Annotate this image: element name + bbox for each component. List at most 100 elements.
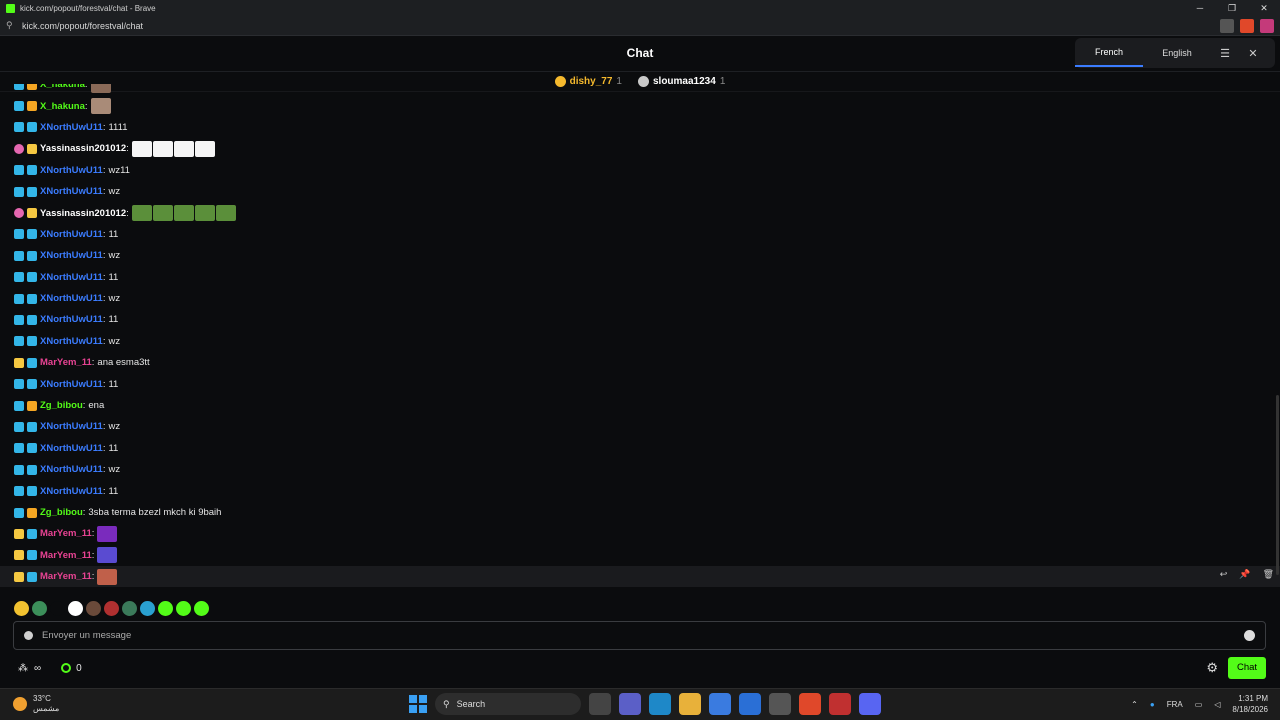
message-username[interactable]: XNorthUwU11	[40, 336, 103, 347]
weather-widget[interactable]: 33°C مشمس	[13, 694, 59, 714]
channel-points[interactable]: 0	[61, 663, 82, 674]
message-username[interactable]: XNorthUwU11	[40, 293, 103, 304]
message-username[interactable]: Yassinassin201012	[40, 208, 126, 219]
message-username[interactable]: XNorthUwU11	[40, 379, 103, 390]
message-username[interactable]: XNorthUwU11	[40, 486, 103, 497]
message-username[interactable]: XNorthUwU11	[40, 464, 103, 475]
chat-message[interactable]: X_hakuna:	[0, 95, 1280, 116]
users-icon[interactable]: ⁂	[18, 663, 28, 674]
message-username[interactable]: MarYem_11	[40, 528, 92, 539]
emote-icon[interactable]	[68, 600, 83, 616]
mic-icon[interactable]: ●	[1150, 700, 1155, 709]
mail-icon[interactable]	[739, 693, 761, 715]
chat-message[interactable]: XNorthUwU11:11	[0, 309, 1280, 330]
emote-icon[interactable]	[14, 600, 29, 616]
input-language[interactable]: FRA	[1167, 700, 1183, 709]
message-username[interactable]: Zg_bibou	[40, 507, 83, 518]
chat-message[interactable]: Yassinassin201012:	[0, 138, 1280, 159]
message-username[interactable]: X_hakuna	[40, 101, 85, 112]
chat-message[interactable]: MarYem_11:	[0, 523, 1280, 544]
message-username[interactable]: MarYem_11	[40, 571, 92, 582]
chat-message[interactable]: XNorthUwU11:11	[0, 224, 1280, 245]
chat-message[interactable]: MarYem_11: ana esma3tt	[0, 352, 1280, 373]
chat-message[interactable]: MarYem_11:	[0, 545, 1280, 566]
delete-icon[interactable]: 🗑	[1263, 569, 1274, 580]
chat-message[interactable]: XNorthUwU11:11	[0, 267, 1280, 288]
chat-message[interactable]: XNorthUwU11: wz	[0, 459, 1280, 480]
app-icon[interactable]	[829, 693, 851, 715]
chat-message[interactable]: XNorthUwU11: wz	[0, 181, 1280, 202]
close-icon[interactable]: ✕	[1239, 47, 1267, 60]
chat-messages[interactable]: X_hakuna: X_hakuna: XNorthUwU11:1111 Yassin…	[0, 84, 1280, 590]
chat-message[interactable]: XNorthUwU11:1111	[0, 117, 1280, 138]
message-username[interactable]: XNorthUwU11	[40, 314, 103, 325]
emote-icon[interactable]	[158, 600, 173, 616]
emote-icon[interactable]	[50, 600, 65, 616]
chat-message[interactable]: XNorthUwU11:11	[0, 480, 1280, 501]
message-username[interactable]: XNorthUwU11	[40, 122, 103, 133]
chat-message[interactable]: Zg_bibou: ena	[0, 395, 1280, 416]
chat-settings-dot-icon[interactable]	[24, 631, 33, 640]
message-username[interactable]: XNorthUwU11	[40, 165, 103, 176]
pin-icon[interactable]: 📌	[1239, 569, 1250, 580]
chat-message[interactable]: XNorthUwU11:11	[0, 438, 1280, 459]
site-info-icon[interactable]: ⚲	[6, 20, 16, 31]
taskbar-search[interactable]: ⚲ Search	[435, 693, 581, 715]
brave-rewards-icon[interactable]	[1260, 19, 1274, 33]
chat-message[interactable]: XNorthUwU11: wz	[0, 245, 1280, 266]
emoji-picker-icon[interactable]	[1244, 630, 1255, 641]
url-text[interactable]: kick.com/popout/forestval/chat	[22, 21, 143, 31]
translate-icon[interactable]	[1220, 19, 1234, 33]
store-icon[interactable]	[709, 693, 731, 715]
clock[interactable]: 1:31 PM 8/18/2026	[1232, 693, 1268, 715]
minimize-button[interactable]: ─	[1184, 0, 1216, 16]
reply-icon[interactable]: ↩	[1220, 569, 1228, 580]
maximize-button[interactable]: ❐	[1216, 0, 1248, 16]
emote-icon[interactable]	[176, 600, 191, 616]
brave-icon[interactable]	[799, 693, 821, 715]
chat-message[interactable]: Yassinassin201012:	[0, 202, 1280, 223]
message-username[interactable]: XNorthUwU11	[40, 229, 103, 240]
message-username[interactable]: Yassinassin201012	[40, 143, 126, 154]
message-username[interactable]: X_hakuna	[40, 84, 85, 90]
volume-icon[interactable]: ◁	[1214, 700, 1220, 709]
menu-icon[interactable]: ☰	[1211, 47, 1239, 60]
message-username[interactable]: Zg_bibou	[40, 400, 83, 411]
chat-message[interactable]: XNorthUwU11:11	[0, 373, 1280, 394]
close-window-button[interactable]: ✕	[1248, 0, 1280, 16]
edge-icon[interactable]	[649, 693, 671, 715]
message-username[interactable]: MarYem_11	[40, 550, 92, 561]
scrollbar[interactable]	[1276, 395, 1279, 575]
file-explorer-icon[interactable]	[679, 693, 701, 715]
network-icon[interactable]: ▭	[1195, 700, 1203, 709]
emote-icon[interactable]	[104, 600, 119, 616]
teams-icon[interactable]	[619, 693, 641, 715]
emote-icon[interactable]	[140, 600, 155, 616]
message-input-box[interactable]	[13, 621, 1266, 650]
lang-tab-english[interactable]: English	[1143, 40, 1211, 66]
chat-message[interactable]: XNorthUwU11: wz	[0, 416, 1280, 437]
message-username[interactable]: XNorthUwU11	[40, 186, 103, 197]
message-username[interactable]: MarYem_11	[40, 357, 92, 368]
chat-message[interactable]: XNorthUwU11: wz11	[0, 160, 1280, 181]
message-username[interactable]: XNorthUwU11	[40, 272, 103, 283]
emote-icon[interactable]	[122, 600, 137, 616]
message-username[interactable]: XNorthUwU11	[40, 421, 103, 432]
message-username[interactable]: XNorthUwU11	[40, 250, 103, 261]
chat-message[interactable]: Zg_bibou:3sba terma bzezl mkch ki 9baih	[0, 502, 1280, 523]
task-view-icon[interactable]	[589, 693, 611, 715]
windows-start-icon[interactable]	[409, 695, 427, 713]
chevron-up-icon[interactable]: ⌃	[1131, 700, 1138, 709]
chat-message[interactable]: MarYem_11: ↩ 📌 🗑	[0, 565, 1280, 588]
discord-icon[interactable]	[859, 693, 881, 715]
message-input[interactable]	[42, 630, 1244, 641]
address-bar[interactable]: ⚲ kick.com/popout/forestval/chat	[0, 16, 1280, 36]
chat-message[interactable]: XNorthUwU11: wz	[0, 288, 1280, 309]
emote-icon[interactable]	[86, 600, 101, 616]
send-chat-button[interactable]: Chat	[1228, 657, 1266, 679]
gear-icon[interactable]: ⚙	[1206, 660, 1218, 676]
message-username[interactable]: XNorthUwU11	[40, 443, 103, 454]
settings-app-icon[interactable]	[769, 693, 791, 715]
lang-tab-french[interactable]: French	[1075, 39, 1143, 67]
emote-icon[interactable]	[32, 600, 47, 616]
